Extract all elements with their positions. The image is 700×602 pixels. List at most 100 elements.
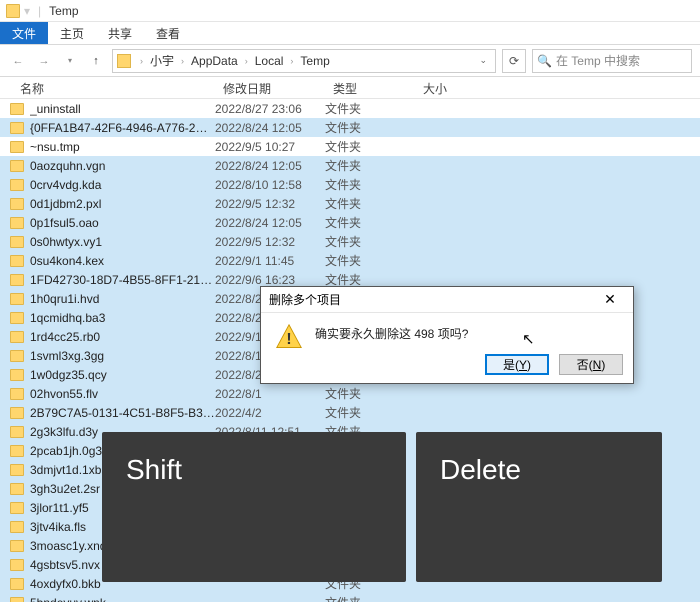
- file-name: 0su4kon4.kex: [30, 254, 215, 268]
- file-type: 文件夹: [325, 404, 415, 421]
- folder-icon: [10, 103, 24, 115]
- crumb-1[interactable]: AppData: [189, 54, 240, 68]
- search-input[interactable]: 🔍 在 Temp 中搜索: [532, 49, 692, 73]
- no-button[interactable]: 否(N): [559, 354, 623, 375]
- folder-icon: [117, 54, 131, 68]
- file-name: 2B79C7A5-0131-4C51-B8F5-B3EA469...: [30, 406, 215, 420]
- tab-share[interactable]: 共享: [96, 22, 144, 44]
- file-name: 1svml3xg.3gg: [30, 349, 215, 363]
- crumb-2[interactable]: Local: [253, 54, 286, 68]
- col-size[interactable]: 大小: [415, 77, 475, 98]
- nav-up[interactable]: ↑: [86, 51, 106, 71]
- tab-file[interactable]: 文件: [0, 22, 48, 44]
- table-row[interactable]: 0s0hwtyx.vy12022/9/5 12:32文件夹: [0, 232, 700, 251]
- key-overlay-delete: Delete: [416, 432, 662, 582]
- file-type: 文件夹: [325, 594, 415, 602]
- tab-home[interactable]: 主页: [48, 22, 96, 44]
- folder-icon: [10, 293, 24, 305]
- file-date: 2022/9/1 11:45: [215, 254, 325, 268]
- file-type: 文件夹: [325, 138, 415, 155]
- table-row[interactable]: 0aozquhn.vgn2022/8/24 12:05文件夹: [0, 156, 700, 175]
- file-name: 1FD42730-18D7-4B55-8FF1-21CB1C9...: [30, 273, 215, 287]
- file-name: 0p1fsul5.oao: [30, 216, 215, 230]
- folder-icon: [10, 255, 24, 267]
- file-type: 文件夹: [325, 157, 415, 174]
- file-date: 2022/4/2: [215, 406, 325, 420]
- col-type[interactable]: 类型: [325, 77, 415, 98]
- file-type: 文件夹: [325, 233, 415, 250]
- folder-icon: [10, 198, 24, 210]
- column-headers: 名称 修改日期 类型 大小: [0, 77, 700, 99]
- tab-view[interactable]: 查看: [144, 22, 192, 44]
- chevron-right-icon[interactable]: ›: [178, 56, 187, 66]
- qat-sep: ▾: [24, 4, 30, 18]
- file-type: 文件夹: [325, 195, 415, 212]
- folder-icon: [10, 369, 24, 381]
- search-placeholder: 在 Temp 中搜索: [556, 52, 640, 69]
- address-dropdown[interactable]: ⌄: [475, 55, 491, 66]
- chevron-right-icon[interactable]: ›: [137, 56, 146, 66]
- table-row[interactable]: {0FFA1B47-42F6-4946-A776-2CA55EC...2022/…: [0, 118, 700, 137]
- delete-dialog: 删除多个项目 ✕ ! 确实要永久删除这 498 项吗? 是(Y) 否(N): [260, 286, 634, 384]
- table-row[interactable]: 0d1jdbm2.pxl2022/9/5 12:32文件夹: [0, 194, 700, 213]
- file-type: 文件夹: [325, 214, 415, 231]
- addressbar[interactable]: › 小宇 › AppData › Local › Temp ⌄: [112, 49, 496, 73]
- close-button[interactable]: ✕: [595, 291, 625, 308]
- nav-recent-dropdown[interactable]: ▾: [60, 51, 80, 71]
- file-type: 文件夹: [325, 252, 415, 269]
- warning-icon: !: [275, 323, 303, 351]
- file-date: 2022/8/24 12:05: [215, 216, 325, 230]
- yes-button[interactable]: 是(Y): [485, 354, 549, 375]
- file-name: 0aozquhn.vgn: [30, 159, 215, 173]
- folder-icon: [10, 578, 24, 590]
- col-date[interactable]: 修改日期: [215, 77, 325, 98]
- file-name: 1rd4cc25.rb0: [30, 330, 215, 344]
- chevron-right-icon[interactable]: ›: [242, 56, 251, 66]
- table-row[interactable]: 02hvon55.flv2022/8/1文件夹: [0, 384, 700, 403]
- col-name[interactable]: 名称: [0, 77, 215, 98]
- folder-icon: [10, 274, 24, 286]
- titlebar: ▾ | Temp: [0, 0, 700, 22]
- svg-text:!: !: [286, 331, 291, 348]
- crumb-0[interactable]: 小宇: [148, 52, 176, 69]
- table-row[interactable]: 2B79C7A5-0131-4C51-B8F5-B3EA469...2022/4…: [0, 403, 700, 422]
- table-row[interactable]: _uninstall2022/8/27 23:06文件夹: [0, 99, 700, 118]
- folder-icon: [10, 407, 24, 419]
- table-row[interactable]: 0p1fsul5.oao2022/8/24 12:05文件夹: [0, 213, 700, 232]
- chevron-right-icon[interactable]: ›: [287, 56, 296, 66]
- file-name: 02hvon55.flv: [30, 387, 215, 401]
- dialog-title-text: 删除多个项目: [269, 291, 341, 308]
- ribbon-tabs: 文件 主页 共享 查看: [0, 22, 700, 45]
- folder-icon: [10, 160, 24, 172]
- file-type: 文件夹: [325, 100, 415, 117]
- file-name: 1h0qru1i.hvd: [30, 292, 215, 306]
- folder-icon: [10, 445, 24, 457]
- key-overlay-shift: Shift: [102, 432, 406, 582]
- table-row[interactable]: 0crv4vdg.kda2022/8/10 12:58文件夹: [0, 175, 700, 194]
- folder-icon: [10, 236, 24, 248]
- file-date: 2022/9/6 16:23: [215, 273, 325, 287]
- dialog-titlebar: 删除多个项目 ✕: [261, 287, 633, 313]
- title-separator: |: [38, 4, 41, 18]
- nav-forward[interactable]: →: [34, 51, 54, 71]
- file-date: 2022/9/5 12:32: [215, 235, 325, 249]
- file-name: ~nsu.tmp: [30, 140, 215, 154]
- folder-icon: [10, 217, 24, 229]
- table-row[interactable]: ~nsu.tmp2022/9/5 10:27文件夹: [0, 137, 700, 156]
- file-date: 2022/8/24 12:05: [215, 121, 325, 135]
- file-name: {0FFA1B47-42F6-4946-A776-2CA55EC...: [30, 121, 215, 135]
- nav-back[interactable]: ←: [8, 51, 28, 71]
- file-date: 2022/8/27 23:06: [215, 102, 325, 116]
- file-date: 2022/8/10 12:58: [215, 178, 325, 192]
- file-name: 0d1jdbm2.pxl: [30, 197, 215, 211]
- folder-icon: [10, 141, 24, 153]
- table-row[interactable]: 5bndevuv.wnk文件夹: [0, 593, 700, 602]
- file-date: 2022/9/5 12:32: [215, 197, 325, 211]
- table-row[interactable]: 0su4kon4.kex2022/9/1 11:45文件夹: [0, 251, 700, 270]
- refresh-button[interactable]: ⟳: [502, 49, 526, 73]
- folder-icon: [10, 312, 24, 324]
- crumb-3[interactable]: Temp: [298, 54, 331, 68]
- navbar: ← → ▾ ↑ › 小宇 › AppData › Local › Temp ⌄ …: [0, 45, 700, 77]
- folder-icon: [10, 521, 24, 533]
- folder-icon: [10, 122, 24, 134]
